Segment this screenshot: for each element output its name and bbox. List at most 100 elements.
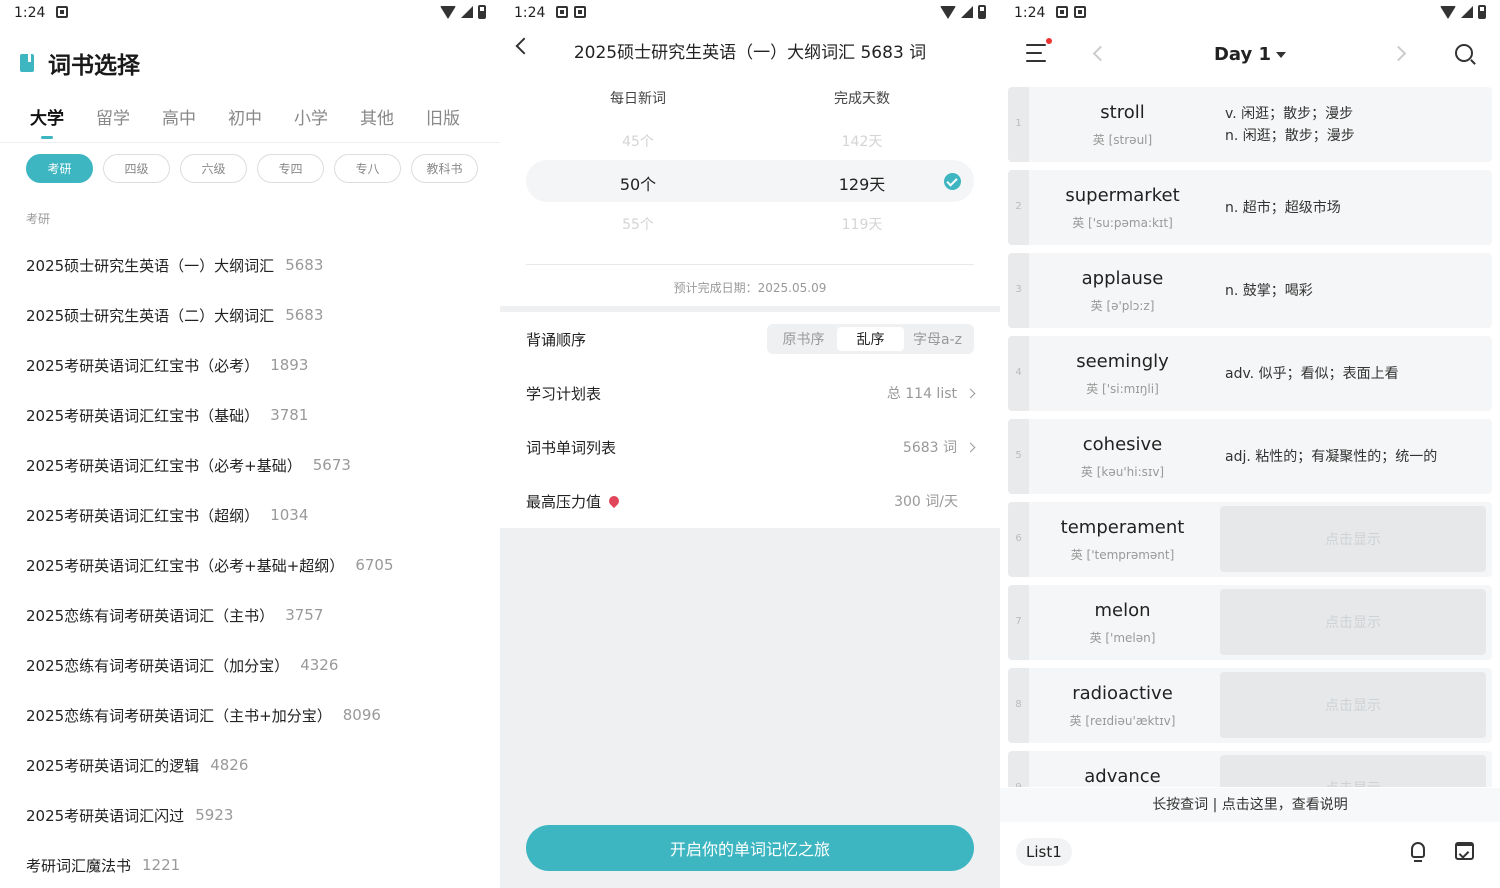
- tab-high-school[interactable]: 高中: [146, 104, 212, 138]
- book-item[interactable]: 2025考研英语词汇的逻辑 4826: [26, 740, 394, 790]
- picker-option-above[interactable]: 142天: [762, 131, 962, 151]
- image-notification-icon: [1056, 6, 1068, 18]
- battery-icon: [978, 5, 986, 19]
- reveal-definition-button[interactable]: 点击显示: [1220, 506, 1486, 572]
- search-icon[interactable]: [1455, 44, 1473, 62]
- book-item[interactable]: 2025考研英语词汇红宝书（基础） 3781: [26, 390, 394, 440]
- word-index: 5: [1015, 450, 1022, 461]
- tab-university[interactable]: 大学: [14, 104, 80, 139]
- completion-date: 预计完成日期：2025.05.09: [673, 281, 827, 295]
- chip-cet4[interactable]: 四级: [103, 154, 170, 183]
- order-option-alphabetical[interactable]: 字母a-z: [904, 327, 971, 351]
- book-item[interactable]: 2025考研英语词汇红宝书（必考） 1893: [26, 340, 394, 390]
- word-card[interactable]: 1 stroll 英 [strəul] v. 闲逛；散步；漫步 n. 闲逛；散步；…: [1008, 87, 1492, 162]
- chip-cet6[interactable]: 六级: [180, 154, 247, 183]
- caret-down-icon: [1276, 52, 1287, 58]
- book-name: 2025考研英语词汇红宝书（必考）: [26, 356, 260, 375]
- book-item[interactable]: 2025考研英语词汇红宝书（必考+基础+超纲） 6705: [26, 540, 394, 590]
- picker-option-above[interactable]: 45个: [538, 131, 738, 151]
- list-selector[interactable]: List1: [1016, 838, 1072, 866]
- word-card[interactable]: 9 advance 点击显示: [1008, 751, 1492, 787]
- wifi-icon: [440, 5, 456, 19]
- next-day-icon[interactable]: [1390, 45, 1407, 62]
- word-list: 1 stroll 英 [strəul] v. 闲逛；散步；漫步 n. 闲逛；散步；…: [1008, 87, 1492, 787]
- signal-icon: [461, 6, 473, 18]
- picker-option-below[interactable]: 55个: [538, 214, 738, 234]
- book-selection-screen: 1:24 词书选择 大学 留学 高中 初中 小学 其他 旧版 考研 四级 六级 …: [0, 0, 500, 888]
- book-item[interactable]: 2025考研英语词汇红宝书（超纲） 1034: [26, 490, 394, 540]
- tab-study-abroad[interactable]: 留学: [80, 104, 146, 138]
- chip-tem4[interactable]: 专四: [257, 154, 324, 183]
- page-title: 词书选择: [20, 46, 140, 80]
- book-item[interactable]: 2025硕士研究生英语（二）大纲词汇 5683: [26, 290, 394, 340]
- word-card[interactable]: 2 supermarket 英 ['su:pəma:kɪt] n. 超市；超级市…: [1008, 170, 1492, 245]
- notification-icon: [56, 6, 68, 18]
- book-item[interactable]: 2025硕士研究生英语（一）大纲词汇 5683: [26, 240, 394, 290]
- word-card[interactable]: 8 radioactive 英 [reɪdiəu'æktɪv] 点击显示: [1008, 668, 1492, 743]
- book-item[interactable]: 2025考研英语词汇红宝书（必考+基础） 5673: [26, 440, 394, 490]
- book-name: 2025恋练有词考研英语词汇（主书+加分宝）: [26, 706, 332, 725]
- book-count: 5673: [312, 456, 351, 474]
- book-name: 2025考研英语词汇红宝书（超纲）: [26, 506, 260, 525]
- word-phonetic: 英 ['melən]: [1089, 631, 1156, 645]
- word-list-row[interactable]: 词书单词列表 5683 词: [526, 420, 976, 474]
- word-card[interactable]: 7 melon 英 ['melən] 点击显示: [1008, 585, 1492, 660]
- tab-primary-school[interactable]: 小学: [278, 104, 344, 138]
- tab-old-version[interactable]: 旧版: [410, 104, 476, 138]
- book-name: 2025恋练有词考研英语词汇（加分宝）: [26, 656, 290, 675]
- tab-middle-school[interactable]: 初中: [212, 104, 278, 138]
- word-card[interactable]: 4 seemingly 英 ['si:mɪŋli] adv. 似乎；看似；表面上…: [1008, 336, 1492, 411]
- menu-icon[interactable]: [1026, 44, 1046, 68]
- plan-table-row[interactable]: 学习计划表 总 114 list: [526, 366, 976, 420]
- book-name: 2025考研英语词汇闪过: [26, 806, 185, 825]
- book-item[interactable]: 2025恋练有词考研英语词汇（加分宝） 4326: [26, 640, 394, 690]
- pressure-row[interactable]: 最高压力值 300 词/天: [526, 474, 974, 528]
- chip-textbook[interactable]: 教科书: [411, 154, 478, 183]
- book-item[interactable]: 2025恋练有词考研英语词汇（主书） 3757: [26, 590, 394, 640]
- word-index: 6: [1015, 533, 1022, 544]
- book-count: 1221: [142, 856, 181, 874]
- bulb-icon[interactable]: [1411, 842, 1425, 862]
- chip-kaoyan[interactable]: 考研: [26, 154, 93, 183]
- tab-other[interactable]: 其他: [344, 104, 410, 138]
- selected-days: 129天: [838, 175, 886, 194]
- chip-tem8[interactable]: 专八: [334, 154, 401, 183]
- picker-option-below[interactable]: 119天: [762, 214, 962, 234]
- start-journey-button[interactable]: 开启你的单词记忆之旅: [526, 825, 974, 871]
- book-item[interactable]: 2025考研英语词汇闪过 5923: [26, 790, 394, 840]
- book-name: 2025考研英语词汇红宝书（必考+基础）: [26, 456, 302, 475]
- calendar-check-icon[interactable]: [1455, 842, 1474, 860]
- status-time: 1:24: [1014, 5, 1046, 21]
- reveal-definition-button[interactable]: 点击显示: [1220, 589, 1486, 655]
- word-phonetic: 英 [strəul]: [1092, 133, 1153, 147]
- days-header: 完成天数: [834, 91, 890, 107]
- word-list-value: 5683 词: [902, 440, 957, 456]
- previous-day-icon[interactable]: [1092, 45, 1109, 62]
- book-item[interactable]: 考研词汇魔法书 1221: [26, 840, 394, 888]
- selected-daily-words: 50个: [619, 175, 657, 194]
- daily-words-header: 每日新词: [610, 91, 666, 107]
- book-name: 2025恋练有词考研英语词汇（主书）: [26, 606, 275, 625]
- drop-icon: [606, 493, 622, 509]
- word-card[interactable]: 3 applause 英 [ə'plɔ:z] n. 鼓掌；喝彩: [1008, 253, 1492, 328]
- order-option-original[interactable]: 原书序: [770, 327, 837, 351]
- word-phonetic: 英 ['si:mɪŋli]: [1086, 382, 1159, 396]
- reveal-definition-button[interactable]: 点击显示: [1220, 755, 1486, 787]
- word-definition: adj. 粘性的；有凝聚性的；统一的: [1225, 448, 1438, 465]
- word-card[interactable]: 5 cohesive 英 [kəu'hi:sɪv] adj. 粘性的；有凝聚性的…: [1008, 419, 1492, 494]
- book-item[interactable]: 2025恋练有词考研英语词汇（主书+加分宝） 8096: [26, 690, 394, 740]
- battery-icon: [1478, 5, 1486, 19]
- reveal-definition-button[interactable]: 点击显示: [1220, 672, 1486, 738]
- order-option-shuffle[interactable]: 乱序: [837, 327, 904, 351]
- day-selector[interactable]: Day 1: [1200, 44, 1300, 65]
- word-text: supermarket: [1065, 185, 1180, 206]
- word-phonetic: 英 ['temprəmənt]: [1070, 548, 1175, 562]
- section-label: 考研: [26, 212, 51, 226]
- word-card[interactable]: 6 temperament 英 ['temprəmənt] 点击显示: [1008, 502, 1492, 577]
- wifi-icon: [1440, 5, 1456, 19]
- order-segmented-control: 原书序 乱序 字母a-z: [767, 324, 974, 354]
- word-definition: n. 超市；超级市场: [1225, 199, 1341, 216]
- word-text: seemingly: [1076, 351, 1169, 372]
- usage-hint-bar[interactable]: 长按查词 | 点击这里，查看说明: [1000, 788, 1500, 822]
- book-count: 1034: [270, 506, 309, 524]
